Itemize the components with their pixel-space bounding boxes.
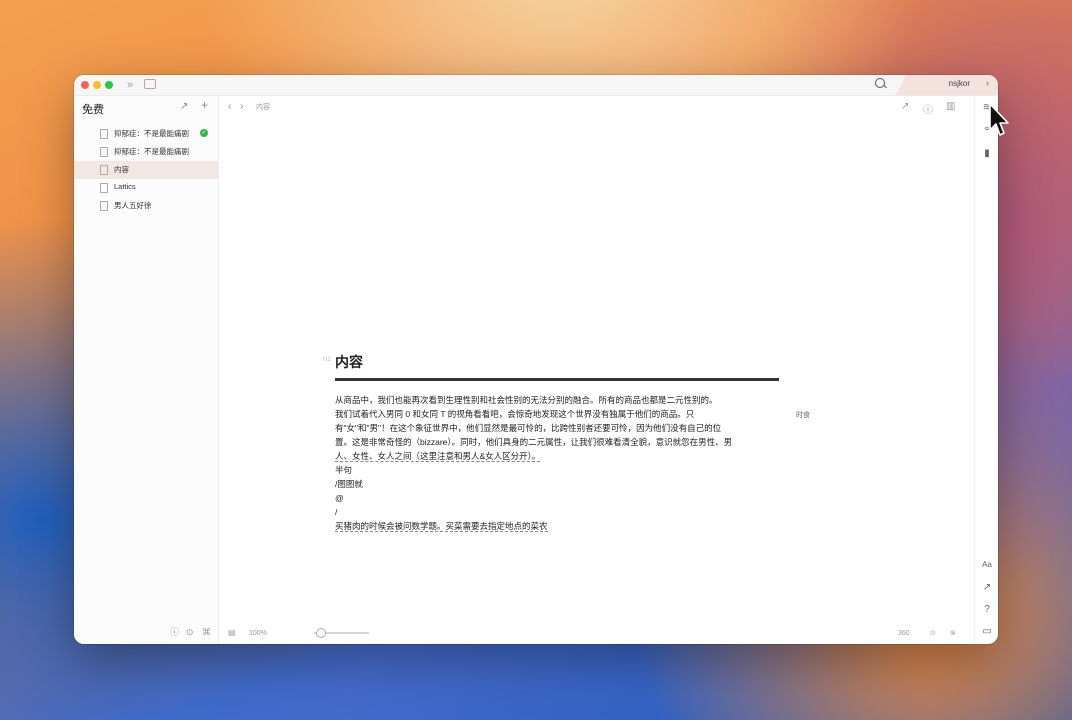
sidebar-toggle-icon[interactable]: » bbox=[127, 78, 133, 92]
document-item[interactable]: Lattics bbox=[74, 179, 218, 197]
document-icon bbox=[100, 147, 108, 157]
add-document-icon[interactable]: + bbox=[201, 99, 208, 111]
document-item[interactable]: 男人五好徐 bbox=[74, 197, 218, 215]
paragraph[interactable]: @ bbox=[335, 491, 785, 505]
paragraph-block[interactable]: 从商品中，我们也能再次看到生理性别和社会性别的无法分别的融合。所有的商品也都是二… bbox=[335, 393, 785, 533]
paragraph[interactable]: 半句 bbox=[335, 463, 785, 477]
document-item[interactable]: 抑郁症：不是最能痛剧 bbox=[74, 143, 218, 161]
command-icon[interactable]: ⌘ bbox=[202, 627, 211, 638]
document-title[interactable]: 内容 bbox=[335, 354, 785, 370]
document-icon bbox=[100, 201, 108, 211]
paragraph[interactable]: 有"女"和"男"！在这个象征世界中，他们显然是最可怜的，比跨性别者还要可怜，因为… bbox=[335, 421, 785, 435]
synced-check-icon: ✓ bbox=[200, 129, 208, 137]
paragraph[interactable]: /图图就 bbox=[335, 477, 785, 491]
zoom-level[interactable]: 100% bbox=[249, 630, 267, 637]
document-label: 抑郁症：不是最能痛剧 bbox=[114, 147, 189, 156]
bookmark-icon[interactable]: ▮ bbox=[980, 148, 994, 159]
info-icon[interactable]: ⓘ bbox=[923, 101, 933, 116]
document-label: 内容 bbox=[114, 165, 129, 174]
heading-marker: H1 bbox=[323, 357, 331, 363]
document-label: 男人五好徐 bbox=[114, 201, 152, 210]
document-icon[interactable]: ▤ bbox=[228, 628, 236, 637]
sidebar-title: 免费 bbox=[82, 104, 104, 116]
paragraph[interactable]: / bbox=[335, 505, 785, 519]
zoom-slider-handle[interactable] bbox=[316, 628, 326, 638]
chevron-right-icon: › bbox=[986, 78, 989, 88]
mouse-pointer-icon bbox=[989, 103, 1009, 136]
sidebar: 免费 ↗ + 抑郁症：不是最能痛剧 ✓ 抑郁症：不是最能痛剧 内容 Lattic… bbox=[74, 96, 219, 644]
editor-header: ‹ › 内容 ↗ ⓘ ▥ bbox=[220, 96, 972, 118]
search-icon[interactable] bbox=[875, 78, 885, 88]
title-bar: » nsjkor › bbox=[74, 75, 998, 96]
split-view-icon[interactable]: ▥ bbox=[946, 101, 955, 112]
info-icon[interactable]: ⓘ bbox=[170, 625, 179, 638]
paragraph[interactable]: 买猪肉的时候会被问数学题。买菜需要去指定地点的菜农 bbox=[335, 519, 785, 533]
back-icon[interactable]: ‹ bbox=[228, 101, 231, 112]
focus-icon[interactable]: ⊚ bbox=[950, 629, 956, 637]
stats-icon[interactable]: ↗ bbox=[980, 582, 994, 593]
underlined-text[interactable]: 买猪肉的时候会被问数学题。买菜需要去指定地点的菜农 bbox=[335, 521, 548, 532]
right-toolbar: ≋ ⚬ ▮ Aa ↗ ? ▭ bbox=[974, 96, 998, 644]
app-window: » nsjkor › 免费 ↗ + 抑郁症：不是最能痛剧 ✓ 抑郁症：不是最能痛… bbox=[74, 75, 998, 644]
underlined-text[interactable]: 人、女性、女人之间（这里注意和男人&女人区分开）。 bbox=[335, 451, 541, 462]
document-item-active[interactable]: 内容 bbox=[74, 161, 218, 179]
side-note: 时食 bbox=[796, 412, 810, 419]
paragraph[interactable]: 从商品中，我们也能再次看到生理性别和社会性别的无法分别的融合。所有的商品也都是二… bbox=[335, 393, 785, 407]
account-label: nsjkor bbox=[948, 79, 970, 88]
help-icon[interactable]: ? bbox=[980, 604, 994, 615]
breadcrumb[interactable]: 内容 bbox=[256, 102, 270, 112]
tab-overview-icon[interactable] bbox=[144, 79, 156, 89]
comment-icon[interactable]: ▭ bbox=[980, 626, 994, 637]
open-external-icon[interactable]: ↗ bbox=[180, 102, 188, 112]
target-icon[interactable]: ⊙ bbox=[930, 629, 936, 637]
account-tab[interactable]: nsjkor › bbox=[896, 75, 998, 95]
minimize-window-button[interactable] bbox=[93, 81, 101, 89]
word-count: 360 bbox=[898, 630, 910, 637]
title-rule bbox=[335, 378, 779, 381]
document-body[interactable]: H1 内容 从商品中，我们也能再次看到生理性别和社会性别的无法分别的融合。所有的… bbox=[323, 354, 785, 533]
paragraph[interactable]: 置。这是非常奇怪的（bizzare）。同时，他们具身的二元属性，让我们很难看清全… bbox=[335, 435, 785, 449]
document-item[interactable]: 抑郁症：不是最能痛剧 ✓ bbox=[74, 125, 218, 143]
settings-icon[interactable]: ⊙ bbox=[186, 627, 194, 638]
paragraph[interactable]: 我们试着代入男同 0 和女同 T 的视角看看吧，会惊奇地发现这个世界没有独属于他… bbox=[335, 407, 785, 421]
font-settings-icon[interactable]: Aa bbox=[980, 560, 994, 569]
document-label: Lattics bbox=[114, 182, 136, 191]
export-icon[interactable]: ↗ bbox=[901, 101, 909, 112]
document-icon bbox=[100, 183, 108, 193]
forward-icon[interactable]: › bbox=[240, 101, 243, 112]
paragraph[interactable]: 人、女性、女人之间（这里注意和男人&女人区分开）。 bbox=[335, 449, 785, 463]
zoom-window-button[interactable] bbox=[105, 81, 113, 89]
document-icon bbox=[100, 129, 108, 139]
document-label: 抑郁症：不是最能痛剧 bbox=[114, 129, 189, 138]
document-icon bbox=[100, 165, 108, 175]
close-window-button[interactable] bbox=[81, 81, 89, 89]
